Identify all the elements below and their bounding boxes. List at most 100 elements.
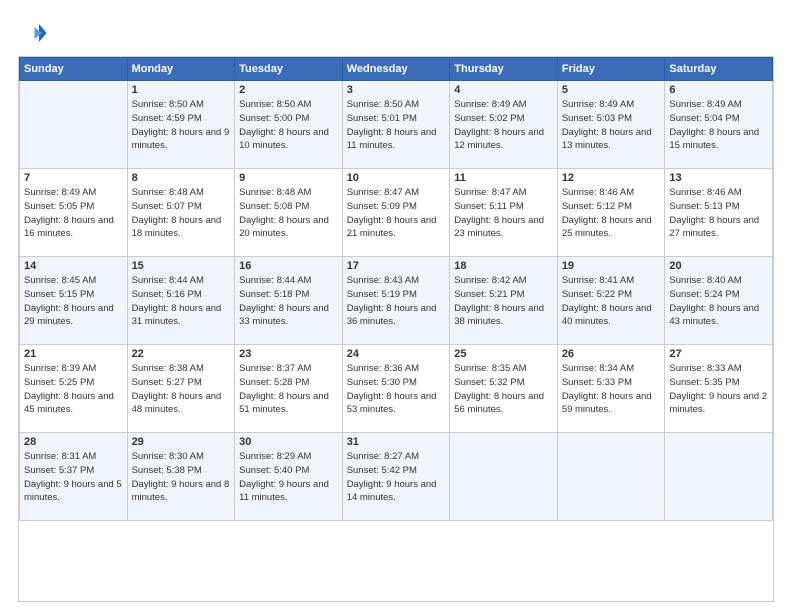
calendar-header-tuesday: Tuesday (235, 58, 343, 81)
calendar-header-thursday: Thursday (450, 58, 558, 81)
calendar-cell: 9 Sunrise: 8:48 AMSunset: 5:08 PMDaylight… (235, 169, 343, 257)
logo-icon (18, 18, 48, 48)
calendar-cell: 7Sunrise: 8:49 AMSunset: 5:05 PMDaylight… (20, 169, 128, 257)
header (18, 18, 774, 48)
day-info: Sunrise: 8:38 AMSunset: 5:27 PMDaylight:… (132, 362, 231, 417)
day-number: 9 (239, 172, 338, 184)
calendar-cell: 13 Sunrise: 8:46 AMSunset: 5:13 PMDayligh… (665, 169, 773, 257)
calendar-header-friday: Friday (557, 58, 665, 81)
calendar-cell: 5 Sunrise: 8:49 AMSunset: 5:03 PMDaylight… (557, 81, 665, 169)
day-number: 18 (454, 260, 553, 272)
day-number: 4 (454, 84, 553, 96)
day-info: Sunrise: 8:50 AMSunset: 5:00 PMDaylight:… (239, 98, 338, 153)
day-number: 29 (132, 436, 231, 448)
day-info: Sunrise: 8:50 AMSunset: 5:01 PMDaylight:… (347, 98, 446, 153)
calendar-cell: 12 Sunrise: 8:46 AMSunset: 5:12 PMDayligh… (557, 169, 665, 257)
day-info: Sunrise: 8:43 AMSunset: 5:19 PMDaylight:… (347, 274, 446, 329)
day-info: Sunrise: 8:33 AMSunset: 5:35 PMDaylight:… (669, 362, 768, 417)
day-info: Sunrise: 8:45 AMSunset: 5:15 PMDaylight:… (24, 274, 123, 329)
day-number: 1 (132, 84, 231, 96)
calendar-cell: 20 Sunrise: 8:40 AMSunset: 5:24 PMDayligh… (665, 257, 773, 345)
day-number: 20 (669, 260, 768, 272)
day-info: Sunrise: 8:49 AMSunset: 5:04 PMDaylight:… (669, 98, 768, 153)
day-info: Sunrise: 8:50 AMSunset: 4:59 PMDaylight:… (132, 98, 231, 153)
day-info: Sunrise: 8:39 AMSunset: 5:25 PMDaylight:… (24, 362, 123, 417)
calendar-cell: 25Sunrise: 8:35 AMSunset: 5:32 PMDayligh… (450, 345, 558, 433)
day-number: 13 (669, 172, 768, 184)
calendar-cell: 8 Sunrise: 8:48 AMSunset: 5:07 PMDaylight… (127, 169, 235, 257)
day-number: 25 (454, 348, 553, 360)
calendar-cell: 6 Sunrise: 8:49 AMSunset: 5:04 PMDaylight… (665, 81, 773, 169)
day-number: 5 (562, 84, 661, 96)
day-number: 30 (239, 436, 338, 448)
calendar-week-4: 21 Sunrise: 8:39 AMSunset: 5:25 PMDayligh… (20, 345, 773, 433)
calendar-week-2: 7Sunrise: 8:49 AMSunset: 5:05 PMDaylight… (20, 169, 773, 257)
day-info: Sunrise: 8:36 AMSunset: 5:30 PMDaylight:… (347, 362, 446, 417)
calendar-cell: 28 Sunrise: 8:31 AMSunset: 5:37 PMDayligh… (20, 433, 128, 521)
day-number: 14 (24, 260, 123, 272)
logo (18, 18, 52, 48)
day-number: 2 (239, 84, 338, 96)
calendar-cell: 26Sunrise: 8:34 AMSunset: 5:33 PMDayligh… (557, 345, 665, 433)
day-info: Sunrise: 8:27 AMSunset: 5:42 PMDaylight:… (347, 450, 446, 505)
calendar-week-3: 14 Sunrise: 8:45 AMSunset: 5:15 PMDayligh… (20, 257, 773, 345)
calendar-cell: 3 Sunrise: 8:50 AMSunset: 5:01 PMDaylight… (342, 81, 450, 169)
day-info: Sunrise: 8:31 AMSunset: 5:37 PMDaylight:… (24, 450, 123, 505)
day-number: 26 (562, 348, 661, 360)
calendar-cell: 2 Sunrise: 8:50 AMSunset: 5:00 PMDaylight… (235, 81, 343, 169)
day-info: Sunrise: 8:49 AMSunset: 5:02 PMDaylight:… (454, 98, 553, 153)
page: SundayMondayTuesdayWednesdayThursdayFrid… (0, 0, 792, 612)
calendar-cell: 16 Sunrise: 8:44 AMSunset: 5:18 PMDayligh… (235, 257, 343, 345)
calendar-cell: 18Sunrise: 8:42 AMSunset: 5:21 PMDayligh… (450, 257, 558, 345)
day-info: Sunrise: 8:47 AMSunset: 5:11 PMDaylight:… (454, 186, 553, 241)
day-info: Sunrise: 8:44 AMSunset: 5:18 PMDaylight:… (239, 274, 338, 329)
day-info: Sunrise: 8:49 AMSunset: 5:03 PMDaylight:… (562, 98, 661, 153)
day-info: Sunrise: 8:41 AMSunset: 5:22 PMDaylight:… (562, 274, 661, 329)
day-info: Sunrise: 8:30 AMSunset: 5:38 PMDaylight:… (132, 450, 231, 505)
day-number: 24 (347, 348, 446, 360)
calendar-cell: 31Sunrise: 8:27 AMSunset: 5:42 PMDayligh… (342, 433, 450, 521)
calendar-cell: 29 Sunrise: 8:30 AMSunset: 5:38 PMDayligh… (127, 433, 235, 521)
day-number: 6 (669, 84, 768, 96)
day-info: Sunrise: 8:47 AMSunset: 5:09 PMDaylight:… (347, 186, 446, 241)
day-number: 8 (132, 172, 231, 184)
calendar-cell (557, 433, 665, 521)
day-number: 21 (24, 348, 123, 360)
calendar-cell: 15 Sunrise: 8:44 AMSunset: 5:16 PMDayligh… (127, 257, 235, 345)
day-number: 12 (562, 172, 661, 184)
calendar-cell: 19Sunrise: 8:41 AMSunset: 5:22 PMDayligh… (557, 257, 665, 345)
calendar-cell: 22 Sunrise: 8:38 AMSunset: 5:27 PMDayligh… (127, 345, 235, 433)
calendar-cell: 24 Sunrise: 8:36 AMSunset: 5:30 PMDayligh… (342, 345, 450, 433)
day-info: Sunrise: 8:46 AMSunset: 5:12 PMDaylight:… (562, 186, 661, 241)
day-info: Sunrise: 8:49 AMSunset: 5:05 PMDaylight:… (24, 186, 123, 241)
calendar-cell: 10 Sunrise: 8:47 AMSunset: 5:09 PMDayligh… (342, 169, 450, 257)
day-number: 10 (347, 172, 446, 184)
day-info: Sunrise: 8:44 AMSunset: 5:16 PMDaylight:… (132, 274, 231, 329)
day-number: 28 (24, 436, 123, 448)
calendar-cell (450, 433, 558, 521)
calendar: SundayMondayTuesdayWednesdayThursdayFrid… (18, 56, 774, 602)
calendar-cell (20, 81, 128, 169)
calendar-header-sunday: Sunday (20, 58, 128, 81)
calendar-week-1: 1 Sunrise: 8:50 AMSunset: 4:59 PMDaylight… (20, 81, 773, 169)
day-info: Sunrise: 8:48 AMSunset: 5:07 PMDaylight:… (132, 186, 231, 241)
calendar-cell (665, 433, 773, 521)
calendar-cell: 11 Sunrise: 8:47 AMSunset: 5:11 PMDayligh… (450, 169, 558, 257)
day-info: Sunrise: 8:40 AMSunset: 5:24 PMDaylight:… (669, 274, 768, 329)
day-number: 16 (239, 260, 338, 272)
calendar-cell: 21 Sunrise: 8:39 AMSunset: 5:25 PMDayligh… (20, 345, 128, 433)
calendar-header-row: SundayMondayTuesdayWednesdayThursdayFrid… (20, 58, 773, 81)
day-number: 3 (347, 84, 446, 96)
calendar-week-5: 28 Sunrise: 8:31 AMSunset: 5:37 PMDayligh… (20, 433, 773, 521)
day-info: Sunrise: 8:46 AMSunset: 5:13 PMDaylight:… (669, 186, 768, 241)
day-number: 11 (454, 172, 553, 184)
day-number: 15 (132, 260, 231, 272)
calendar-cell: 23Sunrise: 8:37 AMSunset: 5:28 PMDayligh… (235, 345, 343, 433)
day-info: Sunrise: 8:37 AMSunset: 5:28 PMDaylight:… (239, 362, 338, 417)
calendar-header-monday: Monday (127, 58, 235, 81)
day-info: Sunrise: 8:48 AMSunset: 5:08 PMDaylight:… (239, 186, 338, 241)
calendar-cell: 27Sunrise: 8:33 AMSunset: 5:35 PMDayligh… (665, 345, 773, 433)
calendar-cell: 30Sunrise: 8:29 AMSunset: 5:40 PMDayligh… (235, 433, 343, 521)
calendar-cell: 14 Sunrise: 8:45 AMSunset: 5:15 PMDayligh… (20, 257, 128, 345)
day-number: 22 (132, 348, 231, 360)
